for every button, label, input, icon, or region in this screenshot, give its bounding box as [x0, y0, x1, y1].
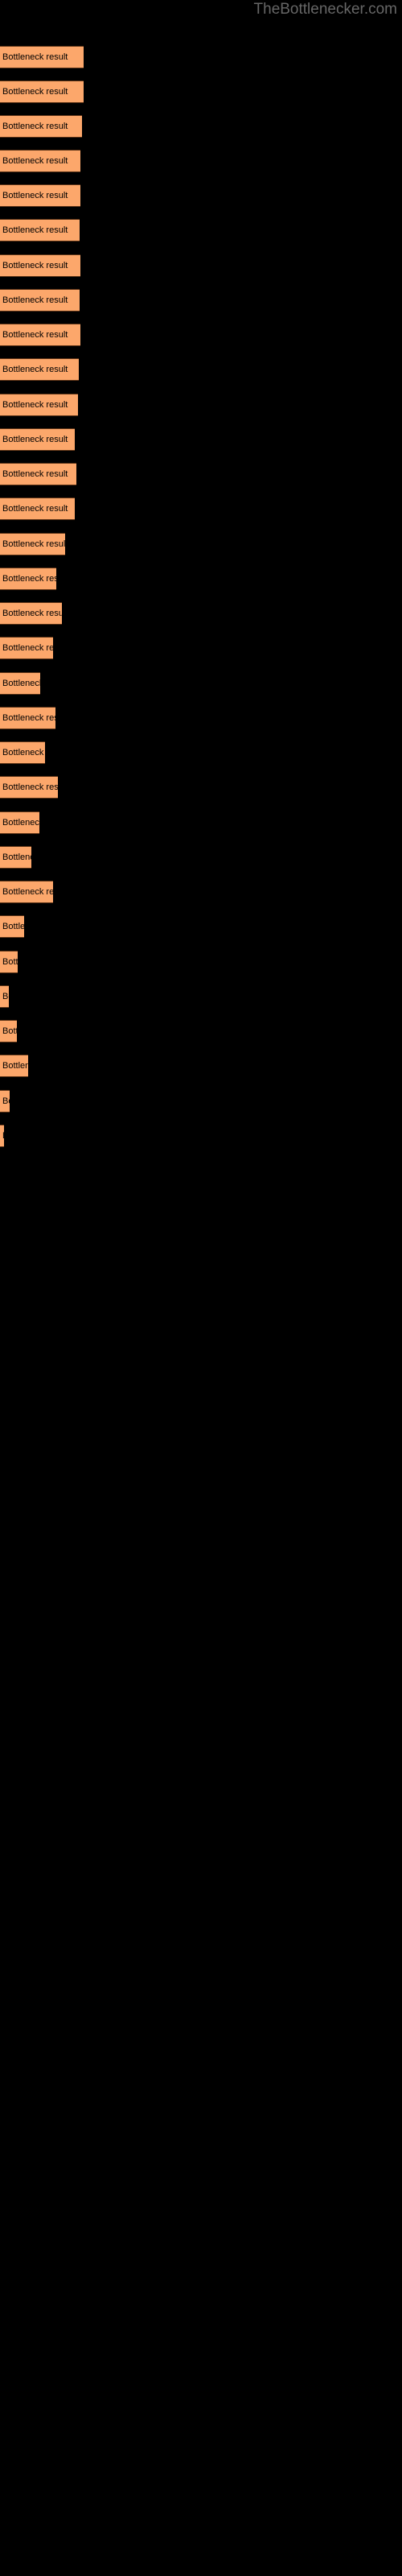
bar-label: Bottleneck result [2, 1131, 4, 1141]
bar-rect[interactable]: Bottleneck result [0, 1090, 10, 1113]
bar-row[interactable]: Bottleneck result [0, 672, 40, 695]
bar-label: Bottleneck result [2, 1061, 28, 1071]
bar-label: Bottleneck result [2, 782, 58, 792]
bar-rect[interactable]: Bottleneck result [0, 741, 45, 764]
bar-row[interactable]: Bottleneck result [0, 289, 80, 312]
bar-label: Bottleneck result [2, 887, 53, 897]
bar-label: Bottleneck result [2, 713, 55, 723]
bar-rect[interactable]: Bottleneck result [0, 394, 78, 416]
bar-label: Bottleneck result [2, 87, 68, 97]
bar-rect[interactable]: Bottleneck result [0, 533, 65, 555]
bar-row[interactable]: Bottleneck result [0, 254, 80, 277]
bar-rect[interactable]: Bottleneck result [0, 219, 80, 242]
bar-label: Bottleneck result [2, 504, 68, 514]
bar-row[interactable]: Bottleneck result [0, 776, 58, 799]
bar-rect[interactable]: Bottleneck result [0, 846, 31, 869]
bar-row[interactable]: Bottleneck result [0, 602, 62, 625]
bar-row[interactable]: Bottleneck result [0, 915, 24, 938]
bar-row[interactable]: Bottleneck result [0, 1020, 17, 1042]
bar-rect[interactable]: Bottleneck result [0, 1125, 4, 1147]
bar-rect[interactable]: Bottleneck result [0, 184, 80, 207]
bar-row[interactable]: Bottleneck result [0, 394, 78, 416]
bar-rect[interactable]: Bottleneck result [0, 428, 75, 451]
bar-row[interactable]: Bottleneck result [0, 741, 45, 764]
bar-rect[interactable]: Bottleneck result [0, 707, 55, 729]
bar-row[interactable]: Bottleneck result [0, 358, 79, 381]
bar-label: Bottleneck result [2, 261, 68, 270]
bar-row[interactable]: Bottleneck result [0, 985, 9, 1008]
bar-label: Bottleneck result [2, 679, 40, 688]
bar-label: Bottleneck result [2, 957, 18, 967]
bar-row[interactable]: Bottleneck result [0, 184, 80, 207]
bar-row[interactable]: Bottleneck result [0, 637, 53, 659]
bar-rect[interactable]: Bottleneck result [0, 46, 84, 68]
bar-row[interactable]: Bottleneck result [0, 497, 75, 520]
bar-rect[interactable]: Bottleneck result [0, 463, 76, 485]
bar-rect[interactable]: Bottleneck result [0, 881, 53, 903]
bar-rect[interactable]: Bottleneck result [0, 324, 80, 346]
bar-rect[interactable]: Bottleneck result [0, 497, 75, 520]
bar-label: Bottleneck result [2, 1026, 17, 1036]
bar-rect[interactable]: Bottleneck result [0, 915, 24, 938]
bar-row[interactable]: Bottleneck result [0, 568, 56, 590]
bar-label: Bottleneck result [2, 992, 9, 1001]
bar-row[interactable]: Bottleneck result [0, 1055, 28, 1077]
bar-label: Bottleneck result [2, 156, 68, 166]
bar-rect[interactable]: Bottleneck result [0, 672, 40, 695]
bar-label: Bottleneck result [2, 1096, 10, 1106]
bar-row[interactable]: Bottleneck result [0, 115, 82, 138]
bar-row[interactable]: Bottleneck result [0, 707, 55, 729]
bar-rect[interactable]: Bottleneck result [0, 115, 82, 138]
bar-row[interactable]: Bottleneck result [0, 533, 65, 555]
bar-label: Bottleneck result [2, 539, 65, 549]
bar-label: Bottleneck result [2, 748, 45, 758]
bar-label: Bottleneck result [2, 122, 68, 131]
bar-label: Bottleneck result [2, 469, 68, 479]
bar-row[interactable]: Bottleneck result [0, 846, 31, 869]
bar-row[interactable]: Bottleneck result [0, 1090, 10, 1113]
bar-label: Bottleneck result [2, 435, 68, 444]
bar-label: Bottleneck result [2, 400, 68, 410]
bar-label: Bottleneck result [2, 330, 68, 340]
bar-row[interactable]: Bottleneck result [0, 150, 80, 172]
bar-row[interactable]: Bottleneck result [0, 881, 53, 903]
bar-rect[interactable]: Bottleneck result [0, 1020, 17, 1042]
bar-rect[interactable]: Bottleneck result [0, 358, 79, 381]
bar-rect[interactable]: Bottleneck result [0, 254, 80, 277]
bar-row[interactable]: Bottleneck result [0, 463, 76, 485]
bar-rect[interactable]: Bottleneck result [0, 637, 53, 659]
bottleneck-bar-chart: TheBottlenecker.com Bottleneck result Bot… [0, 0, 402, 2576]
bar-row[interactable]: Bottleneck result [0, 428, 75, 451]
bar-rect[interactable]: Bottleneck result [0, 602, 62, 625]
bar-label: Bottleneck result [2, 922, 24, 931]
bar-row[interactable]: Bottleneck result [0, 951, 18, 973]
bar-rect[interactable]: Bottleneck result [0, 289, 80, 312]
bar-label: Bottleneck result [2, 52, 68, 62]
bar-label: Bottleneck result [2, 818, 39, 828]
bar-rect[interactable]: Bottleneck result [0, 1055, 28, 1077]
bar-rect[interactable]: Bottleneck result [0, 776, 58, 799]
bar-rect[interactable]: Bottleneck result [0, 80, 84, 103]
bar-row[interactable]: Bottleneck result [0, 80, 84, 103]
bar-row[interactable]: Bottleneck result [0, 219, 80, 242]
bar-series-layer: Bottleneck result Bottleneck result Bottle… [0, 0, 402, 2576]
bar-label: Bottleneck result [2, 225, 68, 235]
bar-label: Bottleneck result [2, 609, 62, 618]
bar-row[interactable]: Bottleneck result [0, 1125, 4, 1147]
bar-rect[interactable]: Bottleneck result [0, 150, 80, 172]
bar-label: Bottleneck result [2, 295, 68, 305]
bar-label: Bottleneck result [2, 574, 56, 584]
bar-label: Bottleneck result [2, 365, 68, 374]
bar-label: Bottleneck result [2, 852, 31, 862]
bar-rect[interactable]: Bottleneck result [0, 811, 39, 834]
bar-label: Bottleneck result [2, 643, 53, 653]
bar-row[interactable]: Bottleneck result [0, 811, 39, 834]
bar-rect[interactable]: Bottleneck result [0, 568, 56, 590]
bar-row[interactable]: Bottleneck result [0, 46, 84, 68]
bar-label: Bottleneck result [2, 191, 68, 200]
bar-row[interactable]: Bottleneck result [0, 324, 80, 346]
bar-rect[interactable]: Bottleneck result [0, 985, 9, 1008]
bar-rect[interactable]: Bottleneck result [0, 951, 18, 973]
